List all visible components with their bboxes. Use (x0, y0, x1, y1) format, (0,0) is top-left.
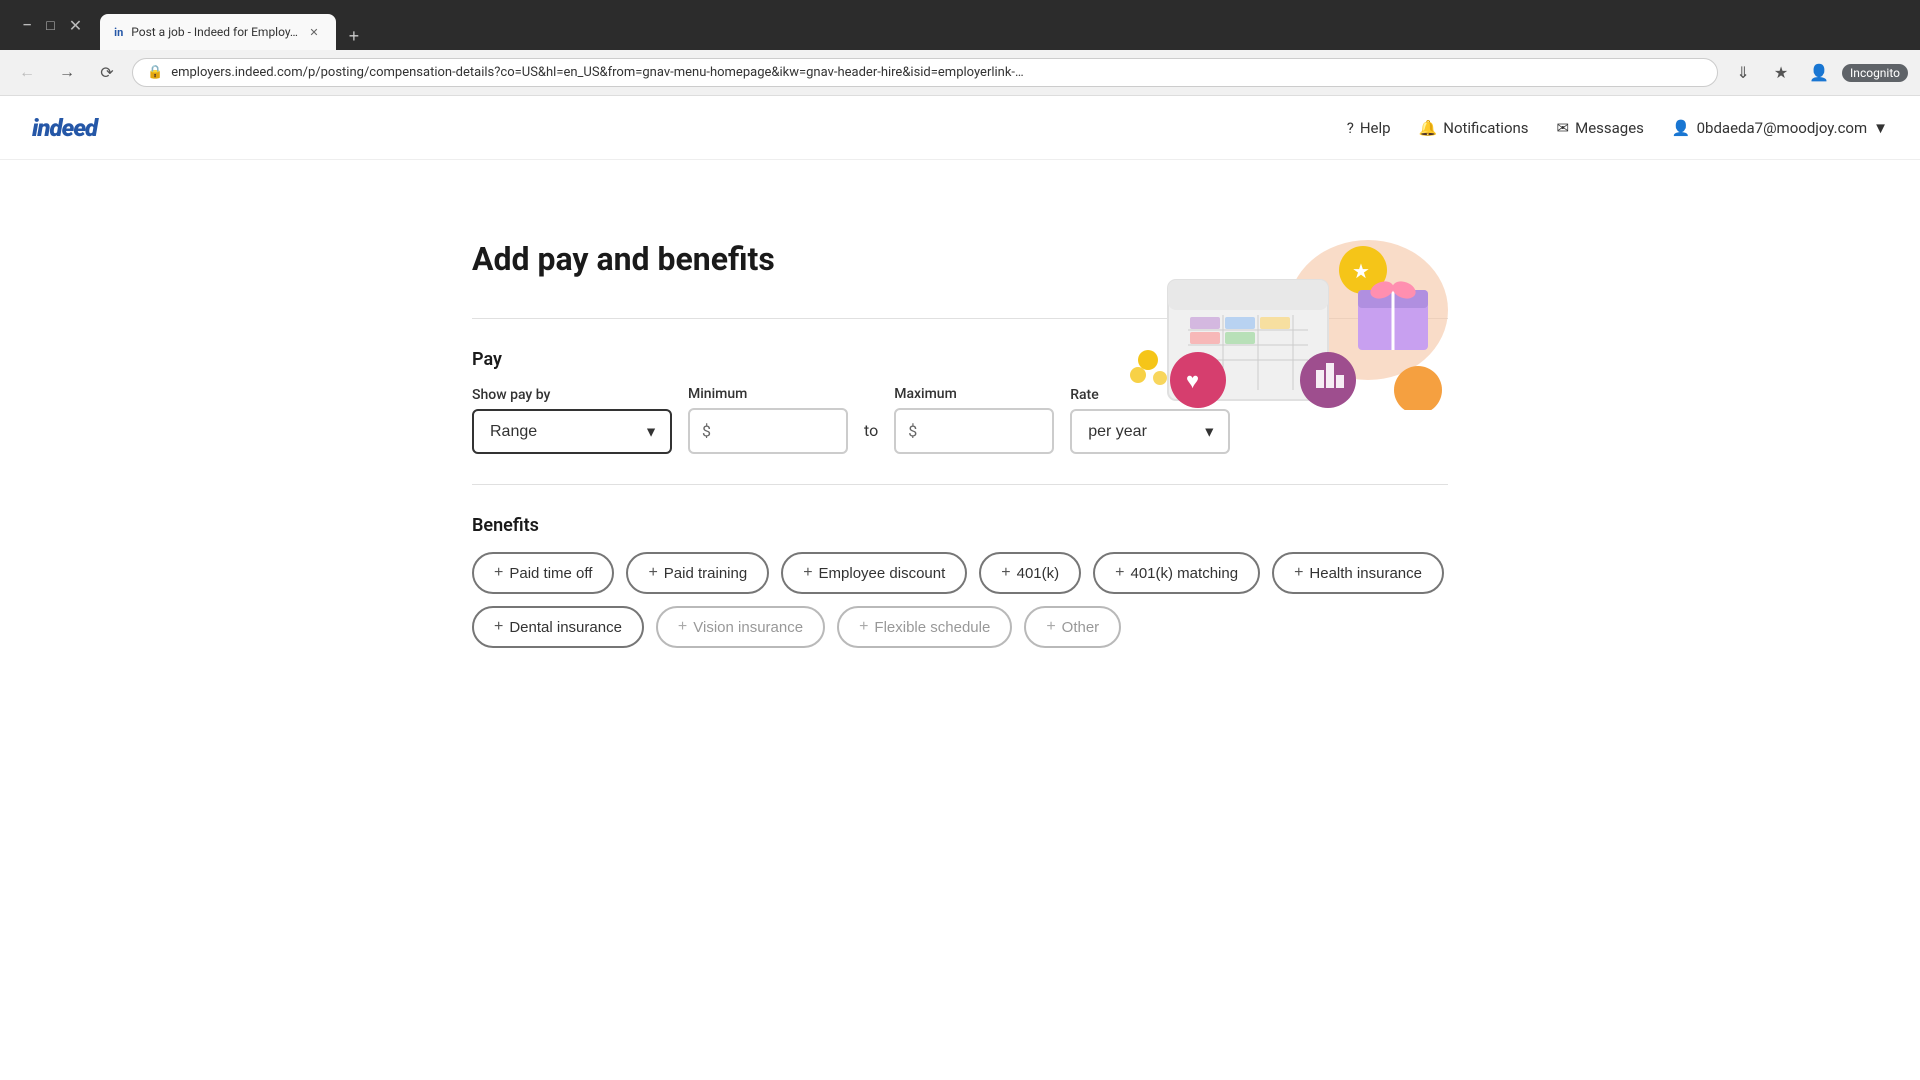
bookmark-icon[interactable]: ★ (1766, 58, 1796, 88)
benefit-label: Paid training (664, 565, 747, 582)
messages-label: Messages (1575, 119, 1644, 137)
benefit-label: Vision insurance (693, 619, 803, 636)
plus-icon: + (859, 618, 868, 636)
show-pay-by-label: Show pay by (472, 387, 672, 403)
toolbar-icons: ⇓ ★ 👤 Incognito (1728, 58, 1908, 88)
indeed-header: indeed ? Help 🔔 Notifications ✉ Messages… (0, 96, 1920, 160)
benefit-label: Dental insurance (509, 619, 622, 636)
benefit-label: 401(k) matching (1131, 565, 1239, 582)
minimum-group: Minimum $ (688, 386, 848, 454)
plus-icon: + (1115, 564, 1124, 582)
show-pay-by-wrapper: Range Exact amount Starting amount Maxim… (472, 409, 672, 454)
plus-icon: + (494, 618, 503, 636)
tab-close-button[interactable]: ✕ (306, 24, 322, 40)
lock-icon: 🔒 (147, 65, 163, 80)
benefit-chip-other[interactable]: + Other (1024, 606, 1121, 648)
refresh-button[interactable]: ⟳ (92, 58, 122, 88)
benefit-chip-401k[interactable]: + 401(k) (979, 552, 1081, 594)
benefit-chip-401k-matching[interactable]: + 401(k) matching (1093, 552, 1260, 594)
notifications-link[interactable]: 🔔 Notifications (1419, 119, 1529, 137)
close-icon[interactable]: ✕ (69, 16, 82, 35)
plus-icon: + (648, 564, 657, 582)
benefits-grid: + Paid time off + Paid training + Employ… (472, 552, 1448, 648)
benefit-chip-dental-insurance[interactable]: + Dental insurance (472, 606, 644, 648)
tab-favicon: in (114, 26, 123, 39)
address-bar[interactable]: 🔒 employers.indeed.com/p/posting/compens… (132, 58, 1718, 87)
browser-chrome: − □ ✕ in Post a job - Indeed for Employ…… (0, 0, 1920, 50)
back-button[interactable]: ← (12, 58, 42, 88)
benefit-label: Paid time off (509, 565, 592, 582)
svg-text:♥: ♥ (1186, 369, 1199, 394)
show-pay-by-select[interactable]: Range Exact amount Starting amount Maxim… (472, 409, 672, 454)
incognito-badge: Incognito (1842, 64, 1908, 82)
rate-select[interactable]: per year per hour per month per week (1070, 409, 1230, 454)
new-tab-button[interactable]: + (340, 22, 368, 50)
benefit-label: Other (1062, 619, 1100, 636)
notifications-label: Notifications (1443, 119, 1528, 137)
minimum-input[interactable] (688, 408, 848, 454)
benefit-chip-paid-training[interactable]: + Paid training (626, 552, 769, 594)
section-divider-mid (472, 484, 1448, 485)
benefit-label: Employee discount (819, 565, 946, 582)
form-card: ♥ ★ (392, 200, 1528, 688)
messages-link[interactable]: ✉ Messages (1557, 119, 1644, 137)
minimum-label: Minimum (688, 386, 848, 402)
chevron-down-icon: ▼ (1873, 119, 1888, 137)
plus-icon: + (1001, 564, 1010, 582)
profile-icon[interactable]: 👤 (1804, 58, 1834, 88)
minimum-input-wrapper: $ (688, 408, 848, 454)
plus-icon: + (1294, 564, 1303, 582)
maximum-input[interactable] (894, 408, 1054, 454)
help-link[interactable]: ? Help (1347, 119, 1391, 137)
main-container: ♥ ★ (360, 160, 1560, 728)
dollar-sign-max: $ (908, 422, 917, 441)
page-content: indeed ? Help 🔔 Notifications ✉ Messages… (0, 96, 1920, 1080)
to-label: to (864, 421, 878, 454)
user-email: 0bdaeda7@moodjoy.com (1697, 119, 1868, 137)
benefit-chip-health-insurance[interactable]: + Health insurance (1272, 552, 1444, 594)
minimize-icon[interactable]: − (22, 15, 32, 36)
restore-icon[interactable]: □ (46, 17, 54, 34)
address-bar-row: ← → ⟳ 🔒 employers.indeed.com/p/posting/c… (0, 50, 1920, 96)
mail-icon: ✉ (1557, 119, 1570, 137)
help-label: Help (1360, 119, 1391, 137)
plus-icon: + (678, 618, 687, 636)
show-pay-by-group: Show pay by Range Exact amount Starting … (472, 387, 672, 454)
benefit-chip-employee-discount[interactable]: + Employee discount (781, 552, 967, 594)
benefit-chip-paid-time-off[interactable]: + Paid time off (472, 552, 614, 594)
user-menu[interactable]: 👤 0bdaeda7@moodjoy.com ▼ (1672, 119, 1888, 137)
bell-icon: 🔔 (1419, 119, 1438, 137)
help-icon: ? (1347, 119, 1354, 137)
tab-title: Post a job - Indeed for Employ… (131, 25, 298, 39)
active-tab[interactable]: in Post a job - Indeed for Employ… ✕ (100, 14, 336, 50)
url-text: employers.indeed.com/p/posting/compensat… (171, 65, 1703, 80)
maximum-group: Maximum $ (894, 386, 1054, 454)
dollar-sign-min: $ (702, 422, 711, 441)
forward-button[interactable]: → (52, 58, 82, 88)
indeed-logo[interactable]: indeed (32, 114, 97, 142)
logo-text: indeed (32, 114, 97, 142)
rate-wrapper: per year per hour per month per week ▼ (1070, 409, 1230, 454)
benefits-section: Benefits + Paid time off + Paid training… (472, 515, 1448, 648)
plus-icon: + (494, 564, 503, 582)
maximum-input-wrapper: $ (894, 408, 1054, 454)
svg-text:★: ★ (1352, 259, 1370, 283)
benefits-section-label: Benefits (472, 515, 1448, 536)
benefit-label: Health insurance (1309, 565, 1422, 582)
download-icon[interactable]: ⇓ (1728, 58, 1758, 88)
benefit-label: Flexible schedule (874, 619, 990, 636)
header-nav: ? Help 🔔 Notifications ✉ Messages 👤 0bda… (1347, 119, 1888, 137)
plus-icon: + (1046, 618, 1055, 636)
hero-illustration: ♥ ★ (1068, 230, 1448, 410)
benefit-chip-vision-insurance[interactable]: + Vision insurance (656, 606, 825, 648)
plus-icon: + (803, 564, 812, 582)
benefit-label: 401(k) (1017, 565, 1060, 582)
maximum-label: Maximum (894, 386, 1054, 402)
user-icon: 👤 (1672, 119, 1691, 137)
tab-bar: in Post a job - Indeed for Employ… ✕ + (100, 0, 368, 50)
benefit-chip-flexible-schedule[interactable]: + Flexible schedule (837, 606, 1012, 648)
